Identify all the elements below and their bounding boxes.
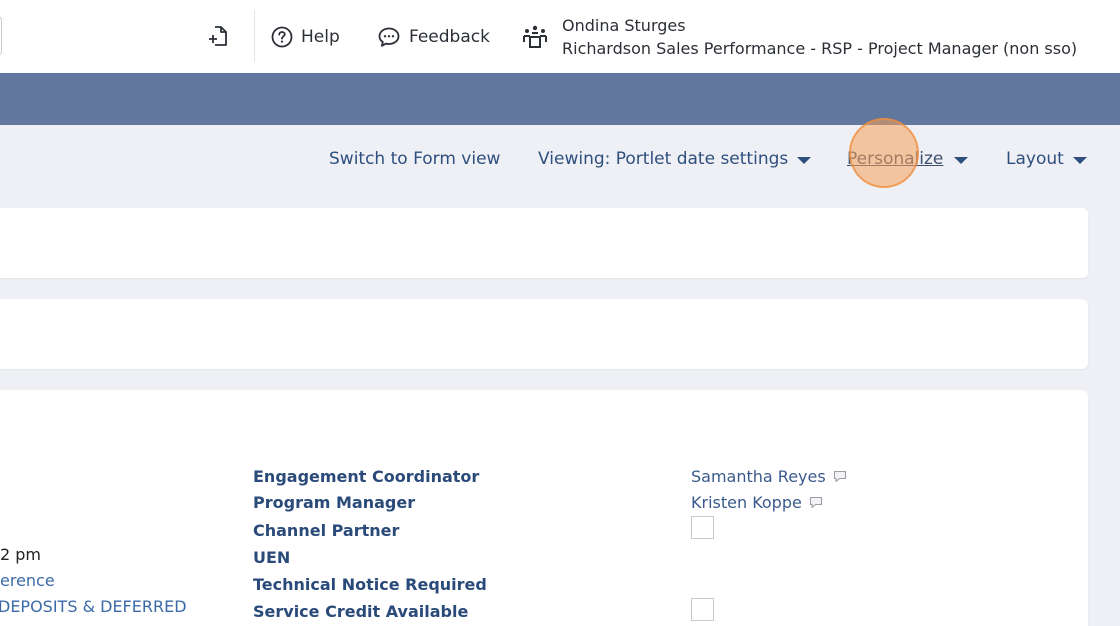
new-record-icon	[209, 26, 227, 46]
user-org: Richardson Sales Performance - RSP - Pro…	[562, 39, 1078, 58]
field-label: Engagement Coordinator	[253, 467, 480, 486]
personalize-label: Personalize	[847, 149, 944, 169]
chevron-down-icon	[954, 156, 969, 164]
time-value: 2 pm	[0, 545, 42, 564]
personalize-dropdown[interactable]: Personalize	[847, 146, 969, 172]
reference-link[interactable]: erence	[0, 571, 55, 590]
chevron-down-icon	[1072, 156, 1087, 164]
field-label: Channel Partner	[253, 521, 400, 540]
layout-label: Layout	[1006, 149, 1064, 169]
header-divider	[254, 10, 255, 62]
user-name: Ondina Sturges	[562, 16, 686, 35]
viewing-dropdown[interactable]: Viewing: Portlet date settings	[538, 146, 812, 172]
field-label: Service Credit Available	[253, 602, 469, 621]
feedback-label: Feedback	[409, 27, 490, 47]
comment-icon[interactable]	[833, 470, 847, 483]
new-record-button[interactable]	[206, 22, 230, 50]
field-value: Kristen Koppe	[691, 493, 802, 512]
comment-icon[interactable]	[809, 496, 823, 509]
details-card	[0, 390, 1088, 626]
help-button[interactable]: Help	[271, 24, 340, 50]
field-label: Program Manager	[253, 493, 416, 512]
portlet-card	[0, 208, 1088, 278]
field-label: Technical Notice Required	[253, 575, 487, 594]
field-label: UEN	[253, 548, 291, 567]
chevron-down-icon	[797, 156, 812, 164]
engagement-coordinator-value[interactable]: Samantha Reyes	[691, 467, 847, 486]
channel-partner-checkbox[interactable]	[691, 516, 714, 539]
field-value: Samantha Reyes	[691, 467, 826, 486]
switch-view-label: Switch to Form view	[329, 149, 501, 169]
user-group-icon	[523, 25, 547, 48]
page-title-band	[0, 73, 1120, 125]
help-circle-icon	[271, 26, 293, 48]
global-search-input[interactable]	[0, 16, 2, 56]
program-manager-value[interactable]: Kristen Koppe	[691, 493, 823, 512]
feedback-bubble-icon	[378, 27, 400, 47]
service-credit-checkbox[interactable]	[691, 598, 714, 621]
help-label: Help	[301, 27, 340, 47]
user-menu[interactable]: Ondina Sturges Richardson Sales Performa…	[522, 12, 1077, 62]
switch-view-link[interactable]: Switch to Form view	[329, 146, 500, 172]
top-header: Help Feedback Ondina Sturges Richardson …	[0, 0, 1120, 73]
feedback-button[interactable]: Feedback	[377, 24, 490, 50]
deposits-link[interactable]: DEPOSITS & DEFERRED	[0, 597, 187, 616]
viewing-label: Viewing: Portlet date settings	[538, 149, 789, 169]
portlet-card	[0, 299, 1088, 369]
layout-dropdown[interactable]: Layout	[1006, 146, 1087, 172]
